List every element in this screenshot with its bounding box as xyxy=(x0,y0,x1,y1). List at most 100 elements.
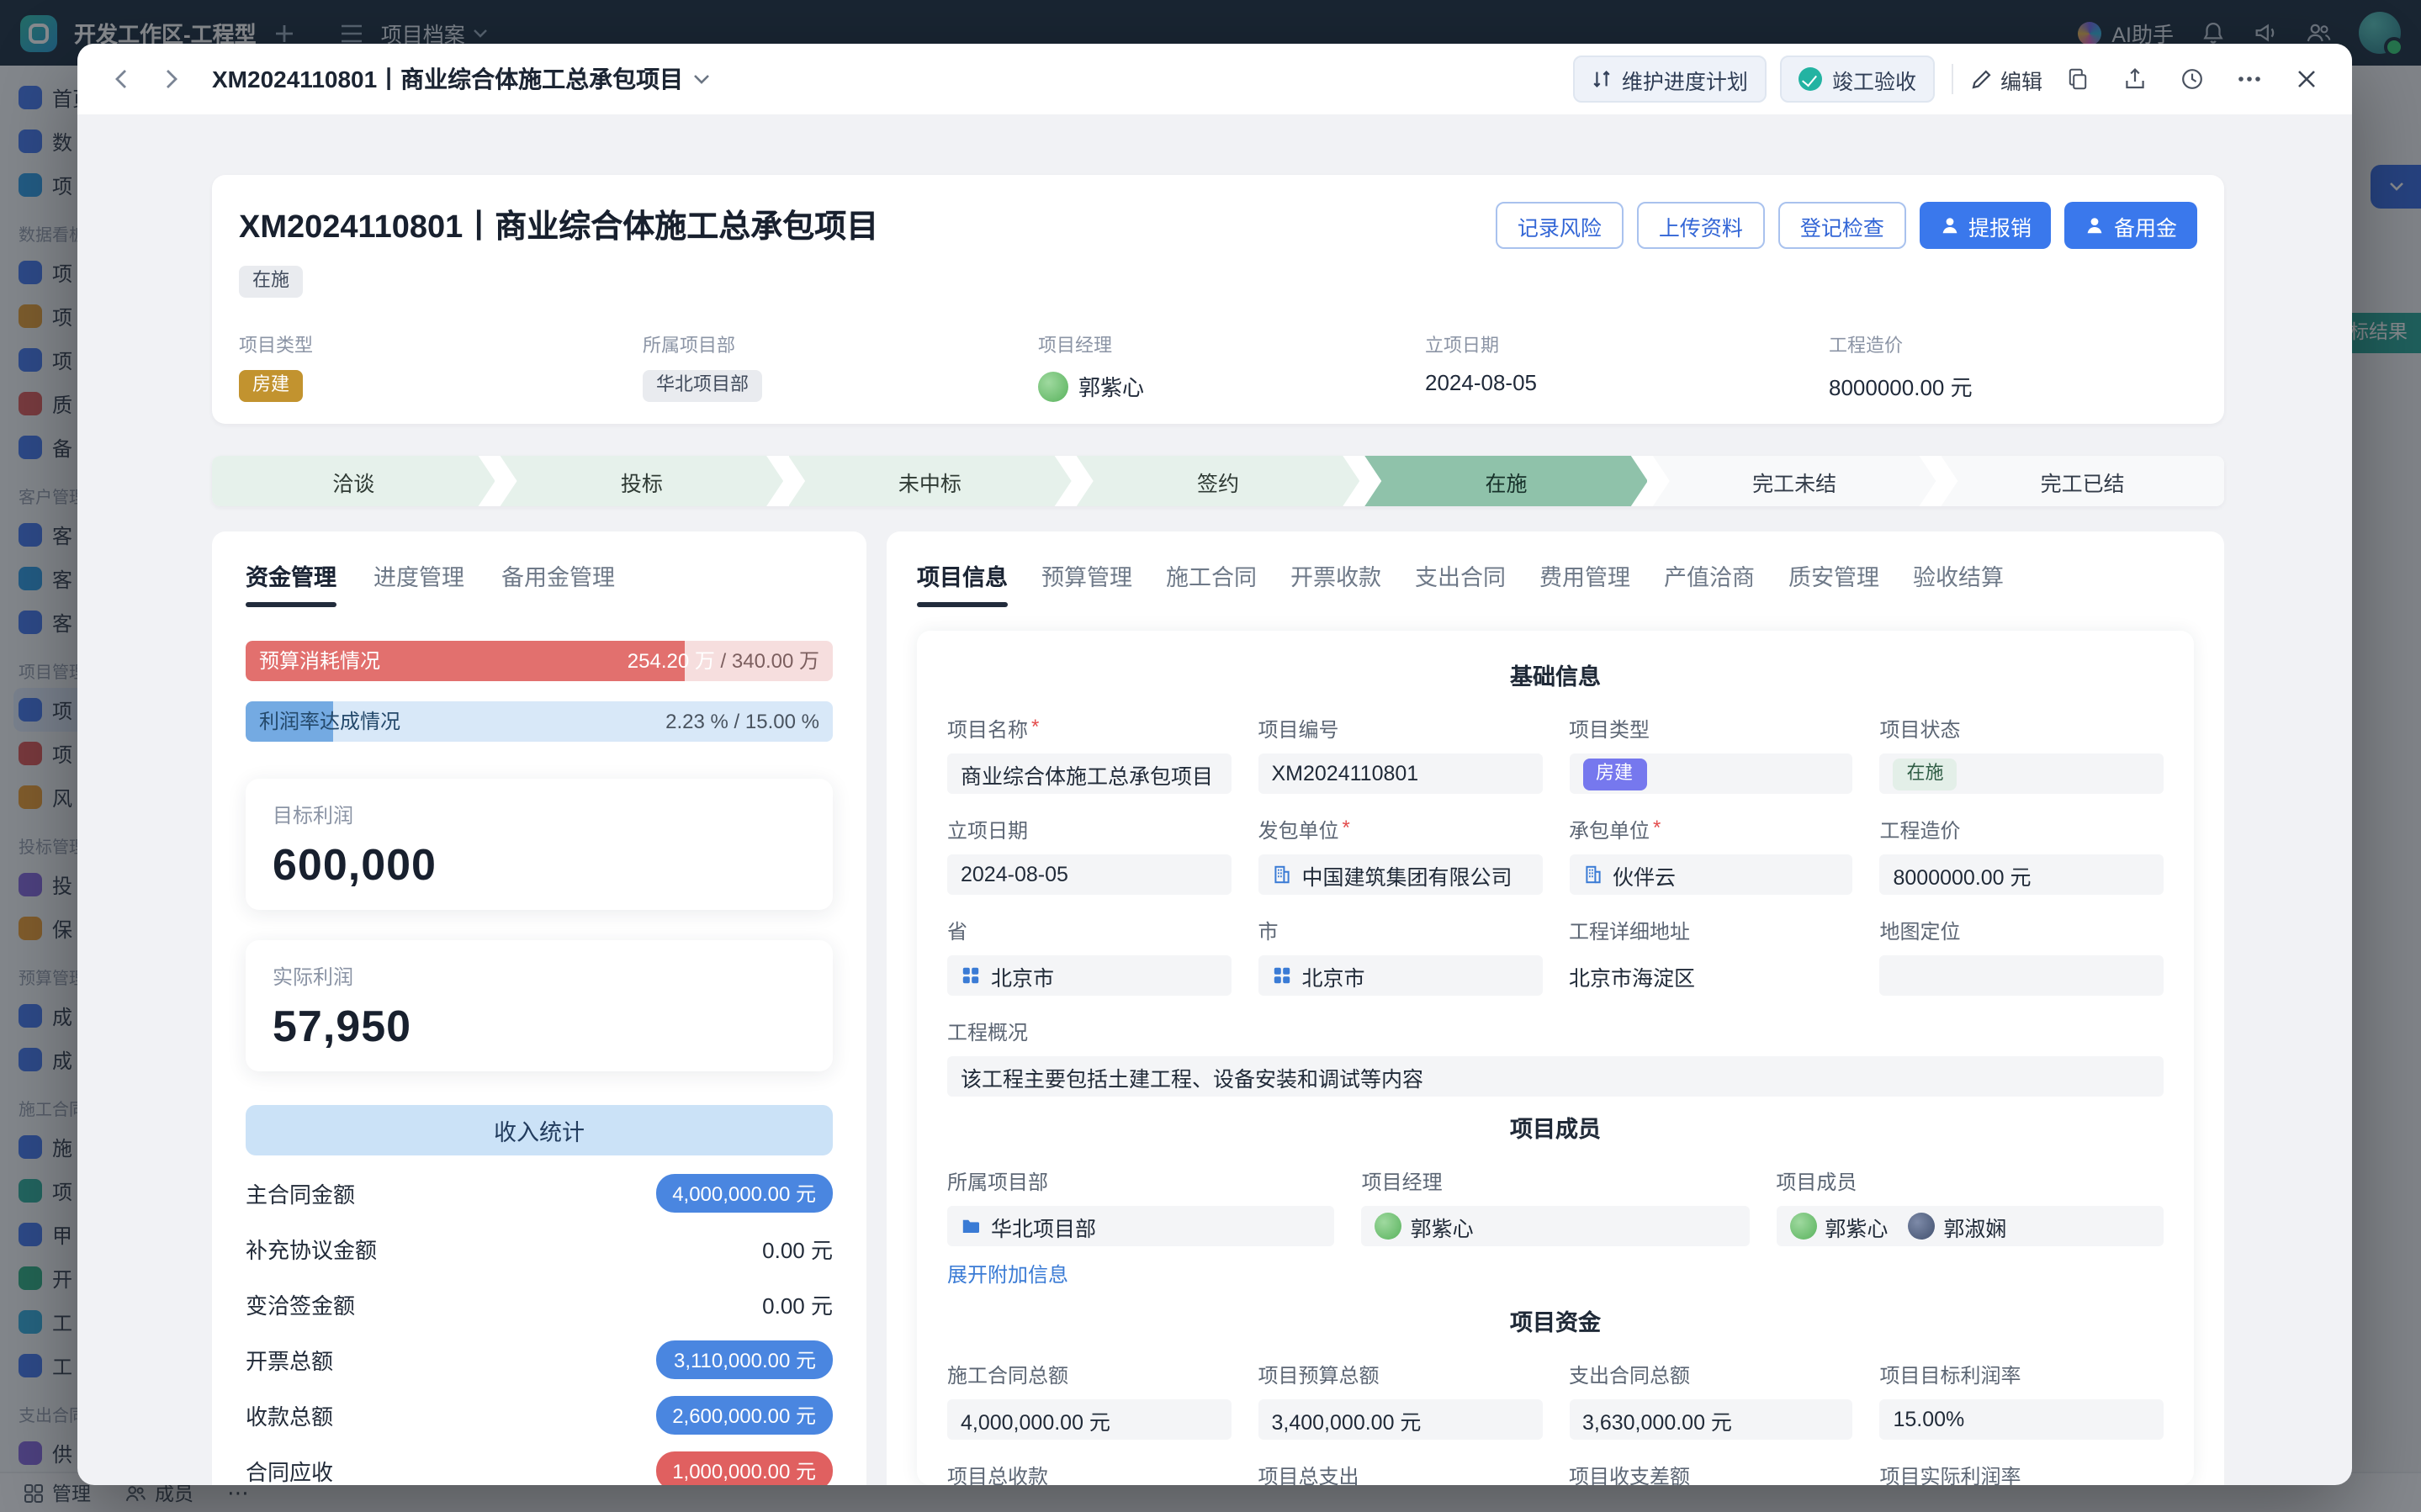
money-row[interactable]: 补充协议金额 0.00 元 xyxy=(246,1221,833,1277)
stage-step-label: 签约 xyxy=(1197,465,1239,497)
stage-step[interactable]: 完工未结 xyxy=(1653,456,1936,506)
close-icon[interactable] xyxy=(2285,57,2328,101)
money-row[interactable]: 开票总额 3,110,000.00 元 xyxy=(246,1332,833,1388)
project-name-input[interactable]: 商业综合体施工总承包项目 xyxy=(947,753,1232,794)
petty-cash-button[interactable]: 备用金 xyxy=(2065,202,2197,249)
overview-input[interactable]: 该工程主要包括土建工程、设备安装和调试等内容 xyxy=(947,1056,2164,1097)
tab[interactable]: 验收结算 xyxy=(1913,558,2004,607)
funds-panel: 资金管理 进度管理 备用金管理 预算消耗情况 254.20 万340.00 万 xyxy=(212,531,866,1485)
tab[interactable]: 开票收款 xyxy=(1290,558,1381,607)
divider xyxy=(1952,64,1953,94)
tab[interactable]: 备用金管理 xyxy=(501,558,615,607)
project-status-tag: 在施 xyxy=(239,266,303,298)
project-status-input[interactable]: 在施 xyxy=(1880,753,2164,794)
tab[interactable]: 资金管理 xyxy=(246,558,336,607)
share-icon[interactable] xyxy=(2113,57,2157,101)
fund-field: 项目实际利润率 2.23% xyxy=(1880,1462,2164,1485)
field-team-members: 项目成员 郭紫心 郭淑娴 xyxy=(1776,1167,2164,1290)
maintain-schedule-label: 维护进度计划 xyxy=(1622,63,1748,95)
submit-expense-button[interactable]: 提报销 xyxy=(1920,202,2052,249)
tab[interactable]: 支出合同 xyxy=(1415,558,1506,607)
member-name: 郭淑娴 xyxy=(1943,1210,2006,1242)
project-info-panel: 项目信息 预算管理 施工合同 开票收款 支出合同 费用管理 产值洽商 xyxy=(887,531,2224,1485)
fund-field-value[interactable]: 15.00% xyxy=(1880,1399,2164,1440)
building-icon xyxy=(1582,864,1603,885)
contractor-input[interactable]: 伙伴云 xyxy=(1569,854,1853,895)
modal-header: XM2024110801丨商业综合体施工总承包项目 维护进度计划 竣工验收 编辑 xyxy=(77,44,2352,114)
project-title: XM2024110801丨商业综合体施工总承包项目 xyxy=(239,202,878,247)
city-input[interactable]: 北京市 xyxy=(1258,955,1543,996)
section-title-funds: 项目资金 xyxy=(947,1303,2164,1337)
tab[interactable]: 质安管理 xyxy=(1788,558,1879,607)
stage-step-label: 未中标 xyxy=(898,465,962,497)
tab[interactable]: 产值洽商 xyxy=(1664,558,1755,607)
project-no-input[interactable]: XM2024110801 xyxy=(1258,753,1543,794)
field-project-no: 项目编号 XM2024110801 xyxy=(1258,715,1543,794)
next-record-button[interactable] xyxy=(151,59,192,99)
address-value[interactable]: 北京市海淀区 xyxy=(1569,955,1853,996)
cost-input[interactable]: 8000000.00 元 xyxy=(1880,854,2164,895)
history-clock-icon[interactable] xyxy=(2170,57,2214,101)
field-department: 所属项目部 华北项目部 xyxy=(643,331,1038,402)
owner-name: 中国建筑集团有限公司 xyxy=(1302,859,1512,891)
owner-input[interactable]: 中国建筑集团有限公司 xyxy=(1258,854,1543,895)
record-risk-button[interactable]: 记录风险 xyxy=(1496,202,1624,249)
more-options-icon[interactable] xyxy=(2228,57,2271,101)
register-check-button[interactable]: 登记检查 xyxy=(1778,202,1906,249)
section-title-members: 项目成员 xyxy=(947,1110,2164,1144)
money-row[interactable]: 主合同金额 4,000,000.00 元 xyxy=(246,1166,833,1221)
money-row[interactable]: 合同应收 1,000,000.00 元 xyxy=(246,1443,833,1485)
field-address: 工程详细地址 北京市海淀区 xyxy=(1569,917,1853,996)
money-row-value: 0.00 元 xyxy=(762,1233,833,1265)
map-input[interactable] xyxy=(1880,955,2164,996)
money-row[interactable]: 变洽签金额 0.00 元 xyxy=(246,1277,833,1332)
tab[interactable]: 进度管理 xyxy=(373,558,464,607)
target-profit-card: 目标利润 600,000 xyxy=(246,779,833,910)
stage-step[interactable]: 完工已结 xyxy=(1941,456,2224,506)
maintain-schedule-button[interactable]: 维护进度计划 xyxy=(1573,56,1767,103)
stage-step[interactable]: 未中标 xyxy=(788,456,1072,506)
member-name: 郭紫心 xyxy=(1825,1210,1888,1242)
person-icon xyxy=(1940,215,1960,235)
department-input[interactable]: 华北项目部 xyxy=(947,1206,1335,1246)
money-row[interactable]: 收款总额 2,600,000.00 元 xyxy=(246,1388,833,1443)
stage-step-label: 完工已结 xyxy=(2041,465,2125,497)
fund-field-value[interactable]: 3,400,000.00 元 xyxy=(1258,1399,1543,1440)
funds-panel-tabs: 资金管理 进度管理 备用金管理 xyxy=(246,558,833,607)
stage-step[interactable]: 在施 xyxy=(1364,456,1648,506)
folder-icon xyxy=(961,1216,981,1236)
fund-field-value[interactable]: 4,000,000.00 元 xyxy=(947,1399,1232,1440)
completion-accept-button[interactable]: 竣工验收 xyxy=(1780,56,1935,103)
field-project-status: 项目状态 在施 xyxy=(1880,715,2164,794)
building-icon xyxy=(1272,864,1292,885)
manager-input[interactable]: 郭紫心 xyxy=(1362,1206,1750,1246)
project-detail-modal: XM2024110801丨商业综合体施工总承包项目 维护进度计划 竣工验收 编辑 xyxy=(77,44,2352,1485)
upload-files-button[interactable]: 上传资料 xyxy=(1637,202,1765,249)
prev-record-button[interactable] xyxy=(101,59,141,99)
stage-step[interactable]: 签约 xyxy=(1077,456,1360,506)
tab[interactable]: 预算管理 xyxy=(1041,558,1132,607)
expand-extra-info-link[interactable]: 展开附加信息 xyxy=(947,1260,1068,1288)
money-row-label: 补充协议金额 xyxy=(246,1233,377,1265)
stage-step[interactable]: 洽谈 xyxy=(212,456,495,506)
submit-expense-label: 提报销 xyxy=(1968,209,2032,241)
project-type-input[interactable]: 房建 xyxy=(1569,753,1853,794)
money-rows: 主合同金额 4,000,000.00 元 补充协议金额 0.00 元 变洽签金额 xyxy=(246,1166,833,1485)
app-root: 开发工作区-工程型 项目档案 AI助手 xyxy=(0,0,2421,1512)
fund-field-label: 项目总支出 xyxy=(1258,1462,1543,1485)
stage-step[interactable]: 投标 xyxy=(501,456,784,506)
stage-pipeline: 洽谈 投标 未中标 签约 在施 xyxy=(212,456,2224,506)
income-stats-button[interactable]: 收入统计 xyxy=(246,1105,833,1155)
manager-name: 郭紫心 xyxy=(1078,370,1144,402)
tab[interactable]: 费用管理 xyxy=(1539,558,1630,607)
team-members-input[interactable]: 郭紫心 郭淑娴 xyxy=(1776,1206,2164,1246)
copy-icon[interactable] xyxy=(2056,57,2100,101)
tab[interactable]: 施工合同 xyxy=(1166,558,1257,607)
title-chevron-down-icon[interactable] xyxy=(693,73,710,85)
edit-button[interactable]: 编辑 xyxy=(1970,63,2042,95)
start-date-input[interactable]: 2024-08-05 xyxy=(947,854,1232,895)
tab[interactable]: 项目信息 xyxy=(917,558,1008,607)
fund-field-value[interactable]: 3,630,000.00 元 xyxy=(1569,1399,1853,1440)
department-tag: 华北项目部 xyxy=(643,370,762,402)
province-input[interactable]: 北京市 xyxy=(947,955,1232,996)
